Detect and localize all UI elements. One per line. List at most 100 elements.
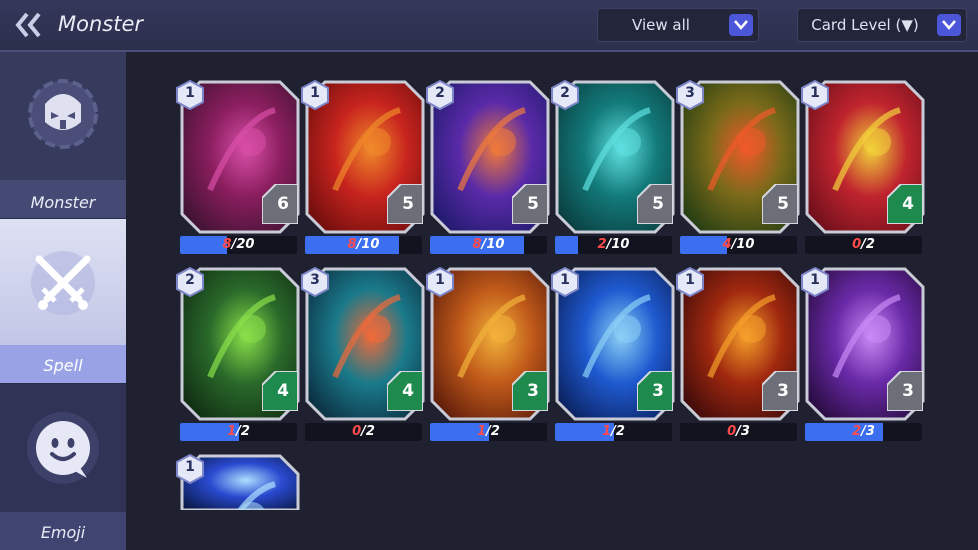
spell-card[interactable]: 3 4 0/2 <box>301 266 425 445</box>
spell-card[interactable]: 1 6 8/20 <box>176 79 300 258</box>
card-progress-text: 0/2 <box>805 237 922 252</box>
card-progress-bar: 1/2 <box>180 423 297 441</box>
spell-card[interactable]: 1 3 1/2 <box>426 266 550 445</box>
monster-helmet-icon <box>28 79 98 149</box>
card-progress-bar: 0/2 <box>305 423 422 441</box>
card-progress-bar: 2/10 <box>555 236 672 254</box>
card-level-badge: 1 <box>175 453 205 485</box>
spell-card[interactable]: 3 5 4/10 <box>676 79 800 258</box>
card-cost-badge: 5 <box>761 183 799 225</box>
card-level-value: 3 <box>685 85 695 101</box>
card-cost-badge: 5 <box>386 183 424 225</box>
card-level-value: 2 <box>185 272 195 288</box>
card-owned-count: 0 <box>852 237 862 252</box>
sort-dropdown[interactable]: Card Level (▼) <box>797 8 967 42</box>
card-cost-badge: 3 <box>886 370 924 412</box>
card-cost-badge: 3 <box>761 370 799 412</box>
card-level-badge: 1 <box>425 266 455 298</box>
spell-card[interactable]: 1 3 1/2 <box>551 266 675 445</box>
card-cost-value: 3 <box>777 381 789 401</box>
card-owned-count: 2 <box>852 424 862 439</box>
card-level-badge: 1 <box>300 79 330 111</box>
card-cost-value: 3 <box>902 381 914 401</box>
card-owned-count: 2 <box>597 237 607 252</box>
card-cost-value: 4 <box>402 381 414 401</box>
card-progress-text: 2/10 <box>555 237 672 252</box>
card-cost-value: 3 <box>652 381 664 401</box>
card-progress-text: 8/10 <box>305 237 422 252</box>
card-level-badge: 2 <box>175 266 205 298</box>
card-cost-value: 5 <box>402 194 414 214</box>
page-title: Monster <box>58 12 144 36</box>
card-owned-count: 8 <box>472 237 482 252</box>
card-level-value: 1 <box>685 272 695 288</box>
tab-emoji[interactable]: Emoji <box>0 384 126 550</box>
card-cost-value: 4 <box>902 194 914 214</box>
card-needed-count: 10 <box>361 237 380 252</box>
card-progress-text: 2/3 <box>805 424 922 439</box>
card-needed-count: 2 <box>615 424 625 439</box>
card-needed-count: 3 <box>865 424 875 439</box>
card-progress-text: 1/2 <box>555 424 672 439</box>
sort-label: Card Level (▼) <box>811 16 919 34</box>
card-needed-count: 10 <box>736 237 755 252</box>
card-level-badge: 1 <box>800 266 830 298</box>
card-level-value: 2 <box>435 85 445 101</box>
card-level-value: 2 <box>560 85 570 101</box>
spell-card[interactable]: 1 5 8/10 <box>301 79 425 258</box>
card-level-value: 1 <box>185 85 195 101</box>
card-progress-bar: 1/2 <box>555 423 672 441</box>
card-cost-badge: 6 <box>261 183 299 225</box>
back-button[interactable] <box>14 11 44 39</box>
card-owned-count: 8 <box>347 237 357 252</box>
spell-card[interactable]: 2 5 8/10 <box>426 79 550 258</box>
card-needed-count: 3 <box>740 424 750 439</box>
spell-card[interactable]: 2 5 2/10 <box>551 79 675 258</box>
card-progress-text: 8/20 <box>180 237 297 252</box>
card-cost-value: 5 <box>527 194 539 214</box>
card-cost-badge: 4 <box>886 183 924 225</box>
card-owned-count: 1 <box>602 424 612 439</box>
card-level-value: 3 <box>310 272 320 288</box>
spell-card[interactable]: 1 3 0/3 <box>676 266 800 445</box>
card-needed-count: 2 <box>865 237 875 252</box>
card-needed-count: 10 <box>486 237 505 252</box>
card-owned-count: 4 <box>722 237 732 252</box>
card-level-badge: 1 <box>550 266 580 298</box>
card-level-badge: 3 <box>675 79 705 111</box>
tab-monster[interactable]: Monster <box>0 52 126 218</box>
chevron-down-icon <box>937 14 961 36</box>
card-cost-value: 5 <box>652 194 664 214</box>
card-level-value: 1 <box>810 85 820 101</box>
card-needed-count: 2 <box>240 424 250 439</box>
tab-label: Spell <box>43 356 83 375</box>
card-progress-text: 1/2 <box>180 424 297 439</box>
spell-card[interactable]: 1 4 0/2 <box>801 79 925 258</box>
card-cost-badge: 5 <box>636 183 674 225</box>
card-progress-bar: 0/2 <box>805 236 922 254</box>
view-filter-label: View all <box>632 16 690 34</box>
view-filter-dropdown[interactable]: View all <box>597 8 759 42</box>
card-level-badge: 1 <box>800 79 830 111</box>
spell-card[interactable]: 2 4 1/2 <box>176 266 300 445</box>
card-progress-text: 0/2 <box>305 424 422 439</box>
card-progress-bar: 0/3 <box>680 423 797 441</box>
crossed-swords-icon <box>31 251 95 315</box>
spell-card[interactable]: 1 3 2/3 <box>801 266 925 445</box>
chevron-down-icon <box>729 14 753 36</box>
top-bar: Monster View all Card Level (▼) <box>0 0 978 52</box>
spell-card[interactable]: 1 <box>176 453 300 510</box>
card-owned-count: 0 <box>352 424 362 439</box>
card-progress-bar: 1/2 <box>430 423 547 441</box>
card-cost-value: 3 <box>527 381 539 401</box>
card-level-value: 1 <box>185 459 195 475</box>
card-cost-badge: 5 <box>511 183 549 225</box>
card-level-badge: 1 <box>175 79 205 111</box>
card-progress-bar: 8/10 <box>305 236 422 254</box>
category-sidebar: Monster Spell Emoji <box>0 52 126 550</box>
tab-spell[interactable]: Spell <box>0 219 126 383</box>
card-progress-bar: 2/3 <box>805 423 922 441</box>
card-progress-bar: 4/10 <box>680 236 797 254</box>
card-cost-badge: 3 <box>511 370 549 412</box>
card-level-value: 1 <box>810 272 820 288</box>
